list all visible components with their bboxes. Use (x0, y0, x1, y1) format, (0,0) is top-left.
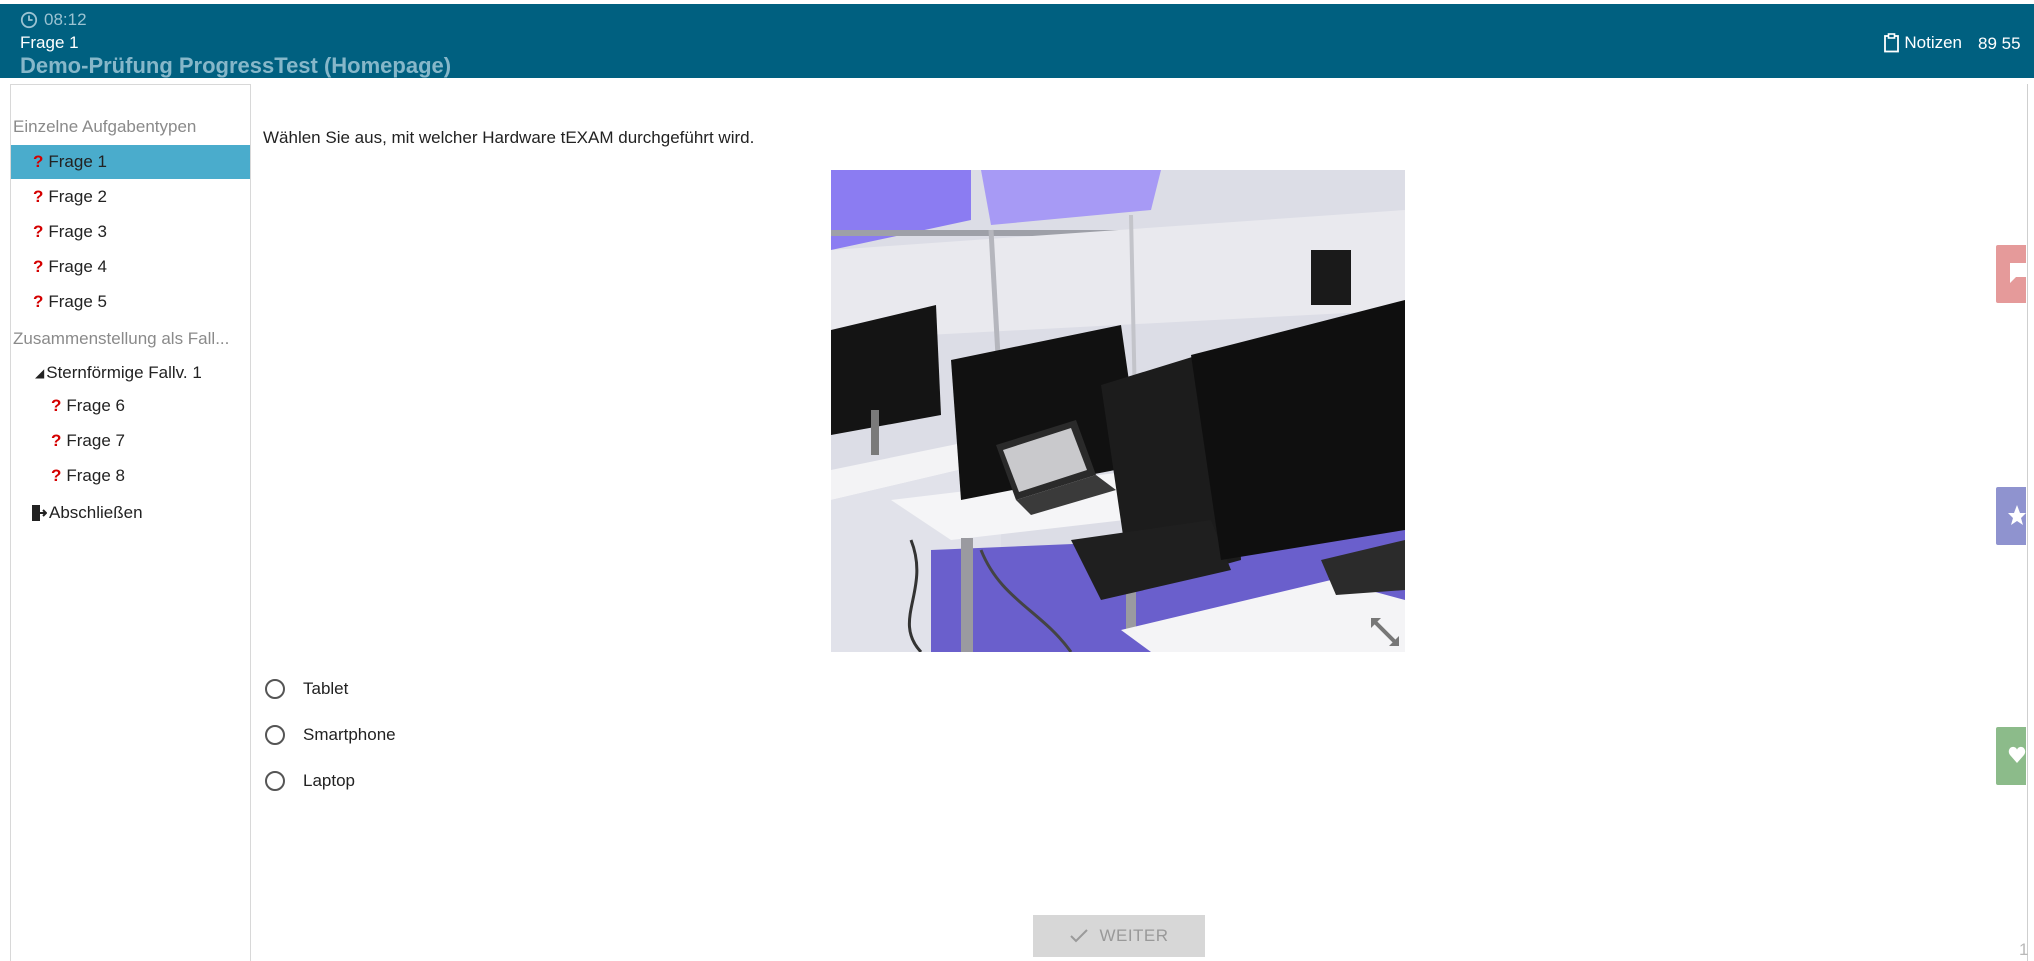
sidebar-item-label: Frage 3 (48, 222, 107, 241)
timer: 08:12 (20, 10, 87, 30)
checkmark-icon (1070, 929, 1089, 943)
like-tab[interactable] (1996, 727, 2026, 785)
option-laptop[interactable]: Laptop (265, 771, 355, 791)
section-heading-single-types: Einzelne Aufgabentypen (13, 117, 197, 136)
right-border (2027, 84, 2028, 961)
case-group-label: Sternförmige Fallv. 1 (46, 363, 202, 382)
exam-app: 08:12 Frage 1 Demo-Prüfung ProgressTest … (0, 0, 2034, 961)
question-mark-icon: ? (51, 466, 62, 485)
clipboard-icon (1884, 33, 1900, 53)
sidebar-item-label: Frage 1 (48, 152, 107, 171)
question-image (831, 170, 1405, 652)
comment-icon (2010, 263, 2026, 283)
sidebar-item-frage-3[interactable]: ? Frage 3 (11, 215, 250, 249)
radio-button[interactable] (265, 679, 285, 699)
finish-exam-button[interactable]: Abschließen (31, 503, 143, 523)
notes-label: Notizen (1904, 33, 1962, 52)
question-mark-icon: ? (33, 222, 44, 241)
exit-door-icon (32, 505, 47, 521)
sidebar-item-frage-8[interactable]: ? Frage 8 (11, 459, 250, 493)
sidebar-item-label: Frage 6 (66, 396, 125, 415)
star-icon (2008, 505, 2026, 525)
radio-button[interactable] (265, 725, 285, 745)
question-mark-icon: ? (33, 292, 44, 311)
case-group-toggle[interactable]: ◢ Sternförmige Fallv. 1 (35, 363, 202, 383)
question-mark-icon: ? (33, 187, 44, 206)
sidebar-item-frage-6[interactable]: ? Frage 6 (11, 389, 250, 423)
section-heading-case-compilation: Zusammenstellung als Fall... (13, 329, 230, 348)
option-label: Tablet (303, 679, 349, 698)
notes-button[interactable]: Notizen (1883, 33, 1962, 53)
question-mark-icon: ? (33, 257, 44, 276)
heart-icon (2008, 746, 2026, 763)
clock-icon (20, 11, 38, 29)
sidebar-item-frage-1[interactable]: ? Frage 1 (11, 145, 250, 179)
option-tablet[interactable]: Tablet (265, 679, 348, 699)
sidebar-item-label: Frage 7 (66, 431, 125, 450)
sidebar-item-label: Frage 2 (48, 187, 107, 206)
radio-button[interactable] (265, 771, 285, 791)
next-button[interactable]: WEITER (1033, 915, 1205, 957)
question-mark-icon: ? (51, 396, 62, 415)
score-display: 89 55 (1978, 34, 2021, 53)
sidebar-item-frage-2[interactable]: ? Frage 2 (11, 180, 250, 214)
question-mark-icon: ? (51, 431, 62, 450)
sidebar-item-label: Frage 5 (48, 292, 107, 311)
top-header: 08:12 Frage 1 Demo-Prüfung ProgressTest … (0, 0, 2034, 78)
next-label: WEITER (1099, 926, 1169, 945)
question-navigation-sidebar: Einzelne Aufgabentypen ? Frage 1 ? Frage… (10, 84, 251, 961)
sidebar-item-label: Frage 4 (48, 257, 107, 276)
question-mark-icon: ? (33, 152, 44, 171)
expand-arrows-icon[interactable] (1365, 612, 1405, 652)
computer-lab-photo (831, 170, 1405, 652)
finish-label: Abschließen (49, 503, 143, 522)
option-label: Laptop (303, 771, 355, 790)
timer-value: 08:12 (44, 10, 87, 29)
option-smartphone[interactable]: Smartphone (265, 725, 396, 745)
bookmark-tab[interactable] (1996, 487, 2026, 545)
sidebar-item-frage-5[interactable]: ? Frage 5 (11, 285, 250, 319)
sidebar-item-frage-7[interactable]: ? Frage 7 (11, 424, 250, 458)
question-text: Wählen Sie aus, mit welcher Hardware tEX… (263, 128, 755, 147)
current-question-label: Frage 1 (20, 33, 79, 52)
page-number: 1 (2019, 940, 2029, 959)
comment-tab[interactable] (1996, 245, 2026, 303)
sidebar-item-label: Frage 8 (66, 466, 125, 485)
collapse-triangle-icon: ◢ (35, 366, 45, 380)
option-label: Smartphone (303, 725, 396, 744)
exam-title: Demo-Prüfung ProgressTest (Homepage) (20, 53, 452, 78)
sidebar-item-frage-4[interactable]: ? Frage 4 (11, 250, 250, 284)
